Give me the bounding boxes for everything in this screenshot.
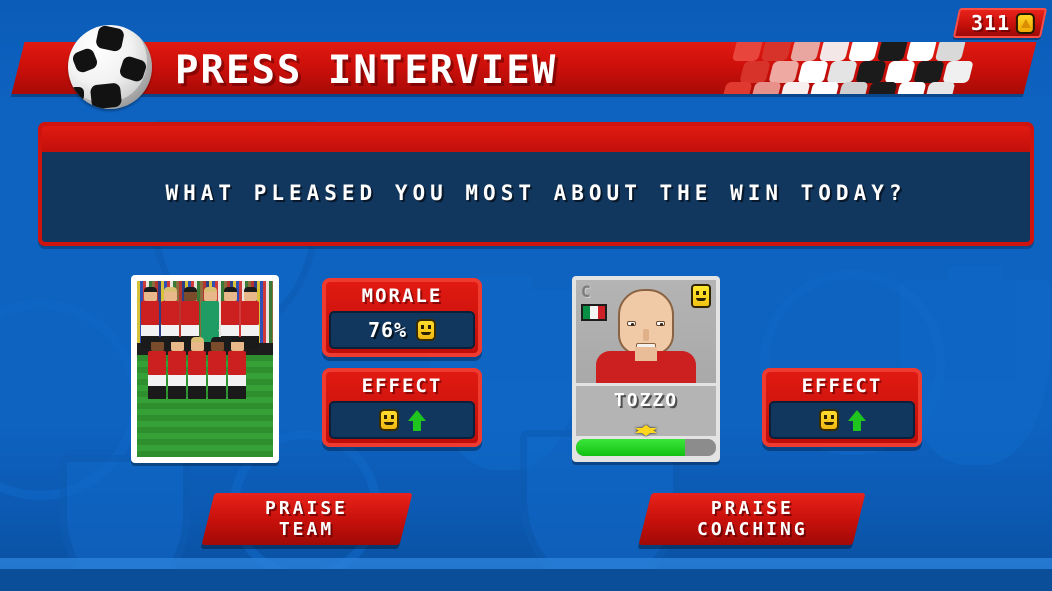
header-bar: PRESS INTERVIEW 311 (0, 0, 1052, 112)
smiley-face-icon (818, 409, 839, 431)
player-portrait: C (576, 280, 716, 383)
praise-team-button[interactable]: PRAISE TEAM (201, 493, 413, 545)
italy-flag-icon (581, 304, 607, 321)
currency-counter[interactable]: 311 (952, 8, 1048, 38)
praise-coaching-line1: PRAISE (710, 498, 794, 519)
praise-team-line1: PRAISE (265, 498, 349, 519)
team-effect-box: EFFECT (322, 368, 482, 447)
praise-coaching-line2: COACHING (696, 519, 808, 540)
coaching-effect-title: EFFECT (801, 375, 883, 397)
morale-value: 76% (367, 318, 408, 342)
question-panel: WHAT PLEASED YOU MOST ABOUT THE WIN TODA… (38, 122, 1034, 246)
smiley-face-icon (378, 409, 399, 431)
position-badge: C (581, 282, 591, 301)
coaching-effect-box: EFFECT (762, 368, 922, 447)
currency-value: 311 (970, 11, 1010, 35)
smiley-face-icon (691, 284, 711, 308)
player-name-plate: TOZZO (576, 386, 716, 436)
squad-front-row (148, 337, 246, 399)
page-title: PRESS INTERVIEW (175, 48, 558, 93)
team-effect-title: EFFECT (361, 375, 443, 397)
fitness-bar (576, 439, 716, 456)
coin-icon (1016, 12, 1035, 34)
question-text: WHAT PLEASED YOU MOST ABOUT THE WIN TODA… (165, 181, 907, 205)
morale-box: MORALE 76% (322, 278, 482, 357)
praise-team-line2: TEAM (279, 519, 335, 540)
up-arrow-icon (407, 410, 426, 431)
star-icon (635, 425, 657, 436)
team-photo-card (131, 275, 279, 463)
praise-coaching-button[interactable]: PRAISE COACHING (638, 493, 866, 545)
player-face (596, 289, 696, 383)
smiley-face-icon (416, 319, 437, 341)
morale-title: MORALE (361, 285, 443, 307)
coach-player-card[interactable]: C TOZZO (572, 276, 720, 462)
press-interview-screen: PRESS INTERVIEW 311 WHAT PLEASED YOU MOS… (0, 0, 1052, 591)
up-arrow-icon (847, 410, 866, 431)
ball-pattern-decoration (723, 42, 1037, 94)
soccer-ball-icon (68, 25, 152, 109)
fitness-bar-fill (576, 439, 686, 456)
player-name: TOZZO (613, 390, 679, 411)
